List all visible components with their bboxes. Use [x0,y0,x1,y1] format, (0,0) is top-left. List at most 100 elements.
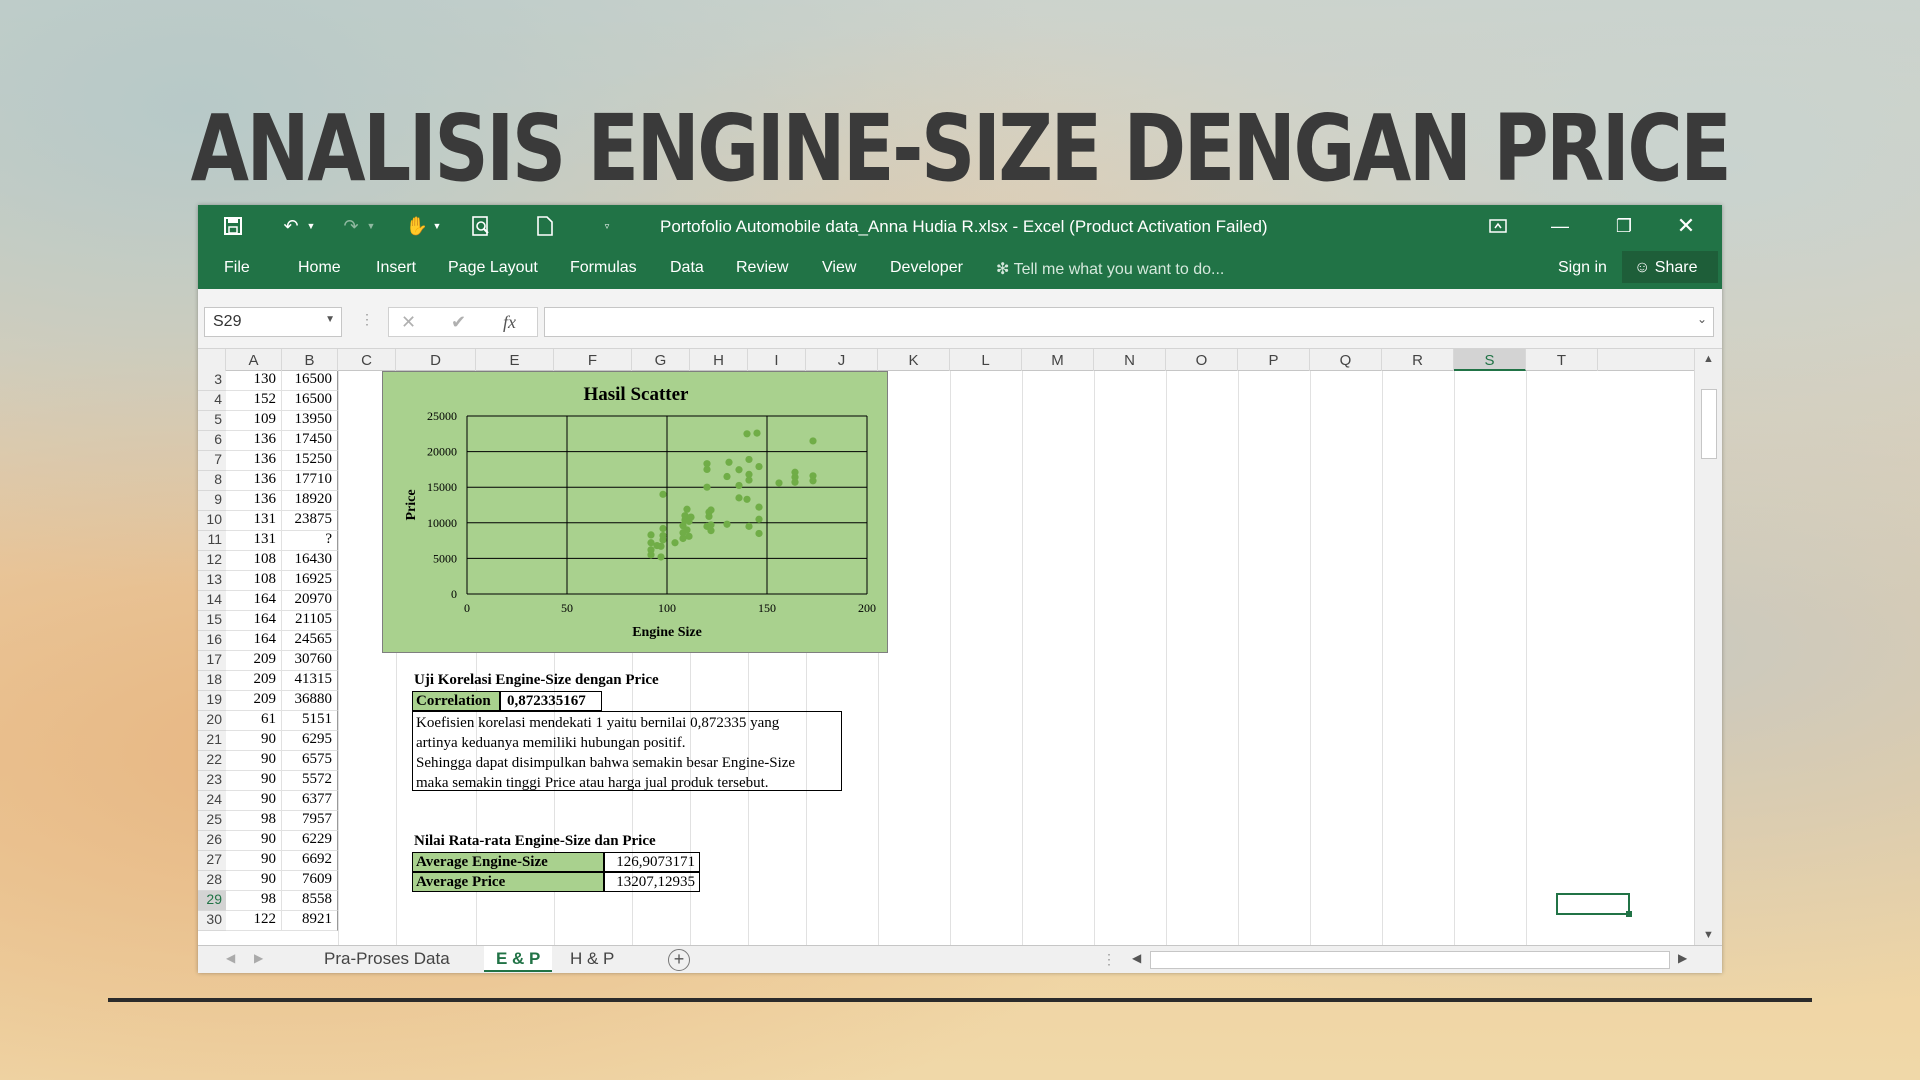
row-header[interactable]: 13 [198,571,226,591]
cell-b[interactable]: 6692 [282,851,338,871]
cell-a[interactable]: 90 [226,791,282,811]
cancel-icon[interactable]: ✕ [401,312,416,333]
tab-page-layout[interactable]: Page Layout [448,259,538,277]
worksheet-grid[interactable]: ABCDEFGHIJKLMNOPQRST 3 130 16500 4 152 16500 5… [198,349,1694,945]
sheet-tab-e-p[interactable]: E & P [484,946,553,972]
tab-review[interactable]: Review [736,259,788,277]
cell-a[interactable]: 90 [226,731,282,751]
row-header[interactable]: 3 [198,371,226,391]
save-icon[interactable] [220,213,246,239]
scroll-down-icon[interactable]: ▼ [1703,929,1714,941]
row-header[interactable]: 27 [198,851,226,871]
next-sheet-icon[interactable]: ▶ [254,951,263,965]
share-button[interactable]: ☺ Share [1622,251,1718,283]
cell-b[interactable]: 16500 [282,371,338,391]
row-header[interactable]: 12 [198,551,226,571]
row-header[interactable]: 8 [198,471,226,491]
cell-a[interactable]: 108 [226,551,282,571]
cell-b[interactable]: 20970 [282,591,338,611]
row-header[interactable]: 9 [198,491,226,511]
print-preview-icon[interactable] [468,213,494,239]
cell-b[interactable]: 17450 [282,431,338,451]
column-header-a[interactable]: A [226,349,282,371]
row-header[interactable]: 22 [198,751,226,771]
minimize-icon[interactable]: — [1540,209,1580,243]
cell-b[interactable]: 16925 [282,571,338,591]
tab-data[interactable]: Data [670,259,704,277]
cell-b[interactable]: 21105 [282,611,338,631]
cell-a[interactable]: 136 [226,471,282,491]
cell-a[interactable]: 131 [226,511,282,531]
tab-formulas[interactable]: Formulas [570,259,637,277]
cell-a[interactable]: 98 [226,811,282,831]
row-header[interactable]: 21 [198,731,226,751]
cell-b[interactable]: 23875 [282,511,338,531]
column-header-i[interactable]: I [748,349,806,371]
cell-b[interactable]: 7957 [282,811,338,831]
row-header[interactable]: 5 [198,411,226,431]
more-icon[interactable]: ⋮ [360,311,374,328]
row-header[interactable]: 18 [198,671,226,691]
tab-file[interactable]: File [224,259,250,277]
enter-icon[interactable]: ✔ [451,312,466,333]
cell-a[interactable]: 109 [226,411,282,431]
scroll-left-icon[interactable]: ◀ [1132,951,1141,965]
row-header[interactable]: 20 [198,711,226,731]
column-header-h[interactable]: H [690,349,748,371]
cell-a[interactable]: 130 [226,371,282,391]
cell-b[interactable]: 15250 [282,451,338,471]
cell-b[interactable]: ? [282,531,338,551]
cell-b[interactable]: 16500 [282,391,338,411]
cell-a[interactable]: 90 [226,831,282,851]
tab-view[interactable]: View [822,259,856,277]
row-header[interactable]: 10 [198,511,226,531]
column-header-t[interactable]: T [1526,349,1598,371]
cell-a[interactable]: 122 [226,911,282,931]
cell-a[interactable]: 61 [226,711,282,731]
cell-b[interactable]: 8921 [282,911,338,931]
insert-function-icon[interactable]: fx [503,312,516,333]
cell-b[interactable]: 6295 [282,731,338,751]
scroll-right-icon[interactable]: ▶ [1678,951,1687,965]
scroll-thumb[interactable] [1701,389,1717,459]
cell-b[interactable]: 5572 [282,771,338,791]
column-header-o[interactable]: O [1166,349,1238,371]
column-header-g[interactable]: G [632,349,690,371]
column-header-p[interactable]: P [1238,349,1310,371]
customize-qat-icon[interactable]: ▿ [594,213,620,239]
cell-b[interactable]: 6229 [282,831,338,851]
column-header-e[interactable]: E [476,349,554,371]
cell-b[interactable]: 6377 [282,791,338,811]
cell-b[interactable]: 16430 [282,551,338,571]
cell-b[interactable]: 17710 [282,471,338,491]
cell-b[interactable]: 36880 [282,691,338,711]
cell-a[interactable]: 136 [226,491,282,511]
cell-a[interactable]: 164 [226,631,282,651]
cell-a[interactable]: 209 [226,651,282,671]
row-header[interactable]: 24 [198,791,226,811]
cell-a[interactable]: 90 [226,851,282,871]
cell-a[interactable]: 136 [226,451,282,471]
row-header[interactable]: 26 [198,831,226,851]
sheet-tab-pra-proses[interactable]: Pra-Proses Data [312,946,462,972]
redo-dropdown-icon[interactable]: ▼ [358,213,384,239]
row-header[interactable]: 17 [198,651,226,671]
row-header[interactable]: 15 [198,611,226,631]
column-header-m[interactable]: M [1022,349,1094,371]
column-header-c[interactable]: C [338,349,396,371]
avg-price-value-cell[interactable]: 13207,12935 [604,872,700,892]
row-header[interactable]: 29 [198,891,226,911]
correlation-value-cell[interactable]: 0,872335167 [500,691,602,711]
sign-in-link[interactable]: Sign in [1558,259,1607,277]
row-header[interactable]: 11 [198,531,226,551]
row-header[interactable]: 14 [198,591,226,611]
row-header[interactable]: 4 [198,391,226,411]
chevron-down-icon[interactable]: ▼ [325,314,335,325]
add-sheet-icon[interactable]: + [668,949,690,971]
tab-splitter-icon[interactable]: ⋮ [1102,951,1116,968]
cell-b[interactable]: 24565 [282,631,338,651]
column-header-s[interactable]: S [1454,349,1526,371]
cell-a[interactable]: 90 [226,871,282,891]
cell-a[interactable]: 90 [226,771,282,791]
avg-engine-value-cell[interactable]: 126,9073171 [604,852,700,872]
